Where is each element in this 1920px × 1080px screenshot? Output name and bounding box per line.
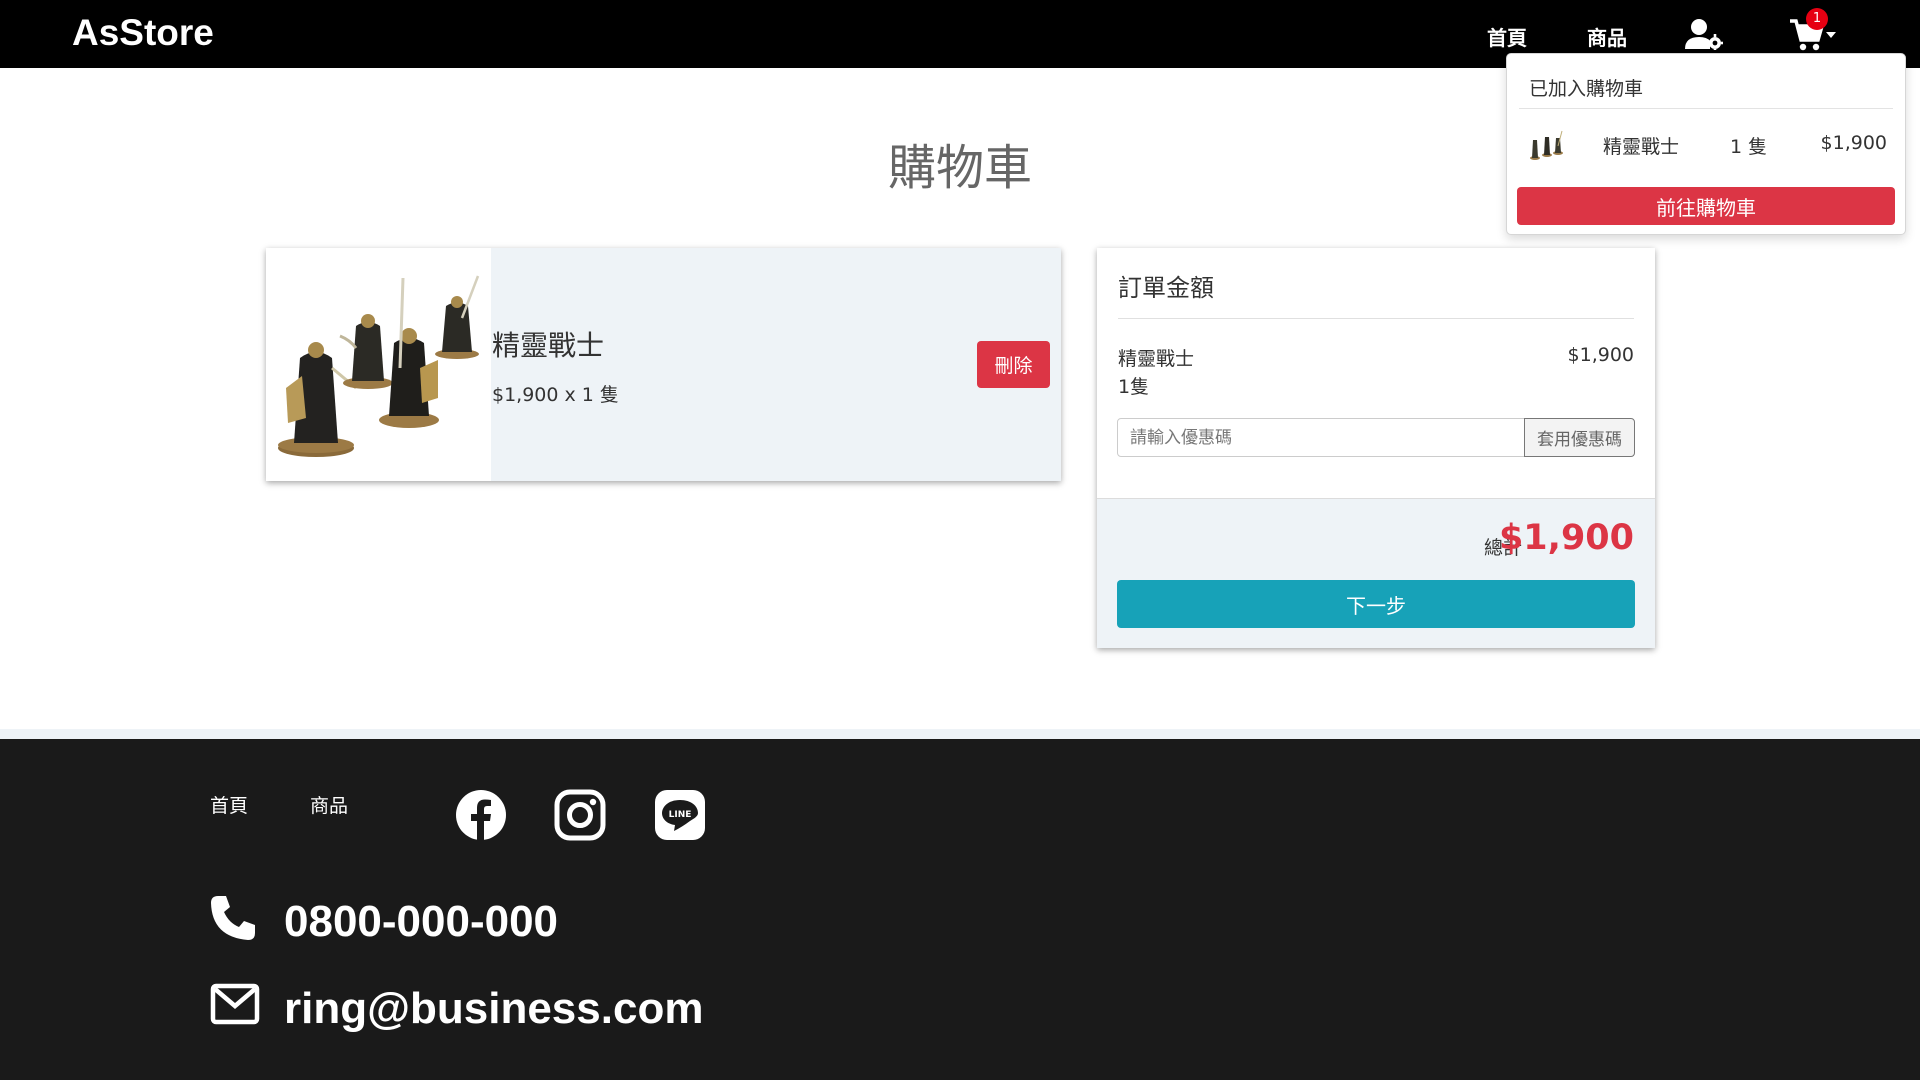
footer: 首頁 商品 LINE 0800-000-000 ring@business.co…: [0, 739, 1920, 1080]
summary-item-price: $1,900: [1567, 344, 1634, 366]
footer-link-home[interactable]: 首頁: [210, 791, 248, 818]
instagram-icon[interactable]: [554, 789, 606, 841]
order-summary-card: 訂單金額 精靈戰士 1隻 $1,900 套用優惠碼 總計 $1,900 下一步: [1097, 248, 1655, 648]
dropdown-header: 已加入購物車: [1529, 78, 1644, 100]
order-summary-title: 訂單金額: [1118, 274, 1214, 302]
nav-link-home[interactable]: 首頁: [1487, 22, 1527, 51]
dropdown-divider: [1519, 108, 1893, 109]
cart-item-name: 精靈戰士: [492, 329, 605, 362]
apply-coupon-button[interactable]: 套用優惠碼: [1524, 418, 1635, 457]
summary-divider: [1118, 318, 1634, 319]
footer-link-products[interactable]: 商品: [310, 791, 348, 818]
email-address[interactable]: ring@business.com: [284, 984, 703, 1034]
total-value: $1,900: [1498, 518, 1634, 558]
mail-icon: [210, 983, 260, 1025]
cart-count-badge: 1: [1806, 8, 1828, 30]
line-icon[interactable]: LINE: [654, 789, 706, 841]
page-title: 購物車: [887, 140, 1032, 196]
chevron-down-icon: [1826, 32, 1836, 38]
cart-item-price-qty: $1,900 x 1 隻: [492, 384, 619, 406]
summary-item-qty: 1隻: [1118, 376, 1150, 398]
svg-text:LINE: LINE: [669, 810, 692, 820]
facebook-icon[interactable]: [455, 789, 507, 841]
delete-button[interactable]: 刪除: [977, 341, 1050, 388]
phone-icon: [211, 896, 255, 940]
footer-separator: [0, 729, 1920, 739]
user-settings-icon[interactable]: [1685, 18, 1723, 50]
phone-number[interactable]: 0800-000-000: [284, 897, 558, 947]
summary-bottom-divider: [1097, 498, 1655, 499]
product-image: [266, 248, 491, 481]
summary-item-name: 精靈戰士: [1118, 348, 1195, 370]
cart-item-card: 精靈戰士 $1,900 x 1 隻 刪除: [266, 248, 1061, 481]
next-step-button[interactable]: 下一步: [1117, 580, 1635, 628]
nav-link-products[interactable]: 商品: [1587, 22, 1627, 51]
brand-logo[interactable]: AsStore: [72, 12, 214, 54]
coupon-input[interactable]: [1117, 418, 1525, 457]
